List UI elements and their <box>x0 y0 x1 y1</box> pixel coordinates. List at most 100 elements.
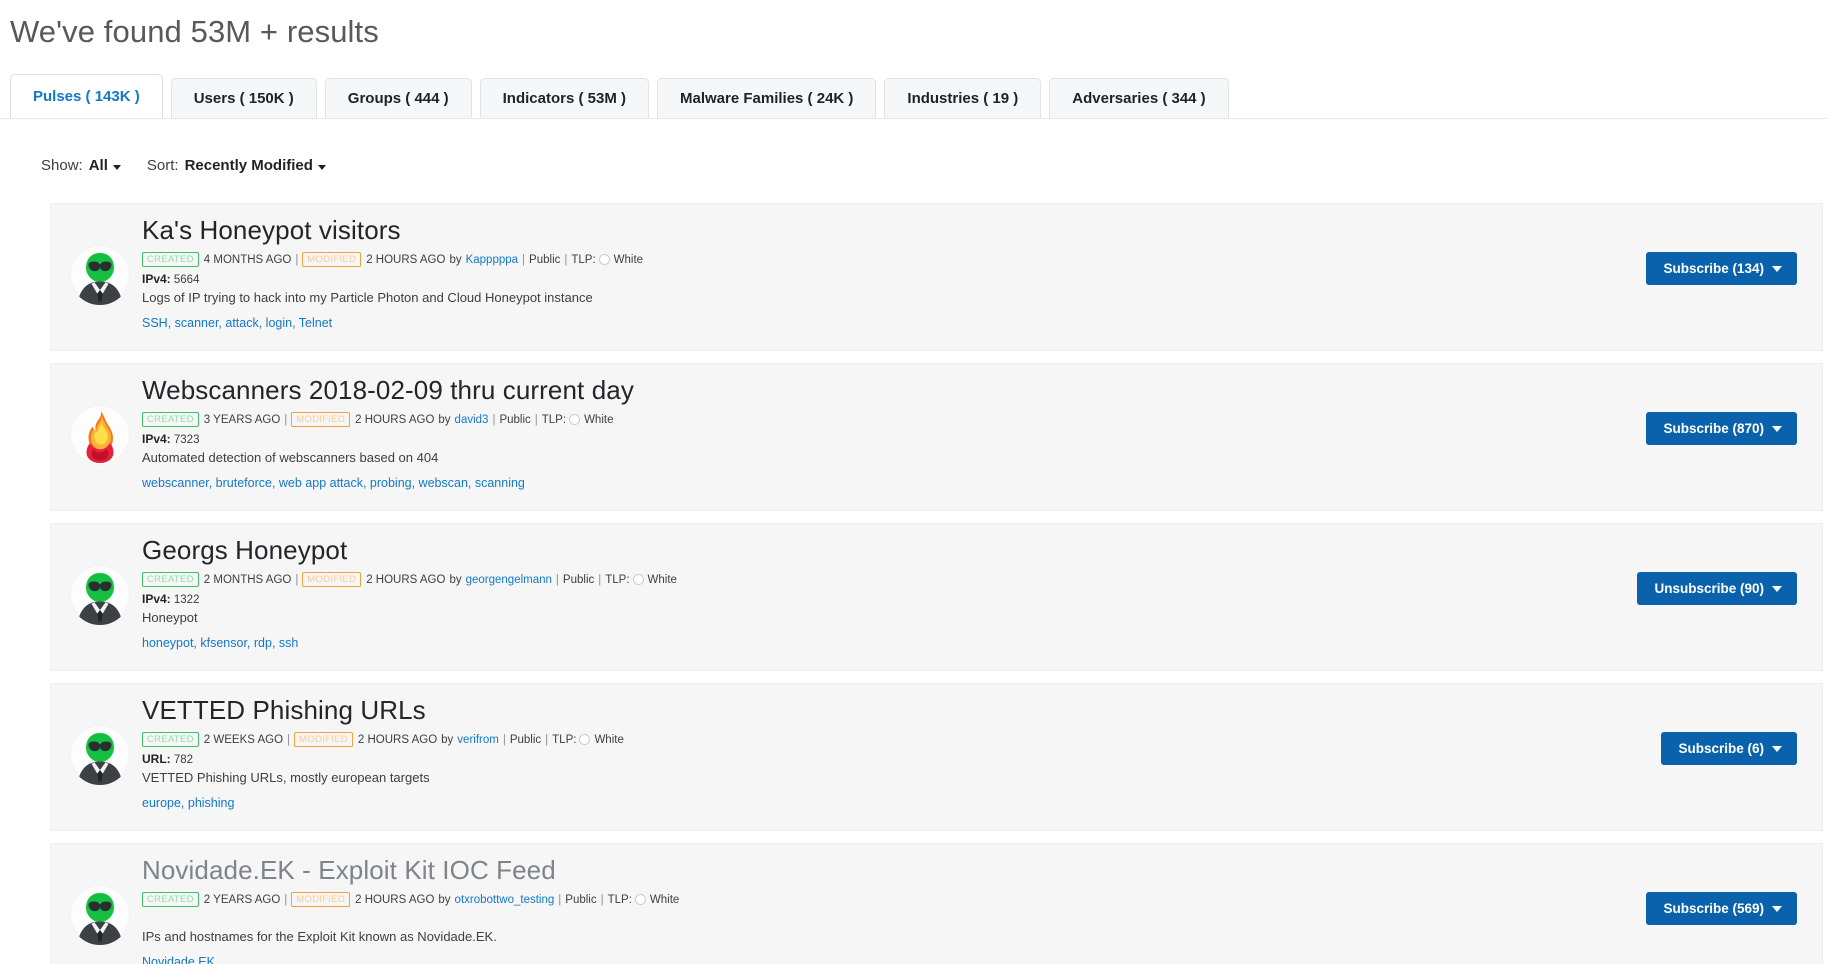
pulse-visibility: Public <box>509 733 542 746</box>
created-badge: CREATED <box>142 572 199 587</box>
alien-avatar-graphic <box>70 885 130 945</box>
meta-separator: | <box>284 893 288 906</box>
sort-label: Sort: <box>146 157 179 174</box>
tlp-value: White <box>584 413 614 426</box>
filter-bar: Show: All Sort: Recently Modified <box>41 157 326 174</box>
created-age: 2 YEARS AGO <box>203 893 281 906</box>
pulse-card[interactable]: Webscanners 2018-02-09 thru current day … <box>50 363 1823 511</box>
tlp-value: White <box>613 253 644 266</box>
subscribe-button[interactable]: Subscribe (870) <box>1646 412 1797 445</box>
by-label: by <box>449 573 462 586</box>
alien-avatar[interactable] <box>70 725 130 785</box>
pulse-card[interactable]: Georgs Honeypot CREATED 2 MONTHS AGO | M… <box>50 523 1823 671</box>
tab-users[interactable]: Users ( 150K ) <box>170 78 317 118</box>
results-tabbar: Pulses ( 143K ) Users ( 150K ) Groups ( 44… <box>10 74 1229 118</box>
tab-malware[interactable]: Malware Families ( 24K ) <box>657 78 877 118</box>
tabbar-underline <box>0 118 1827 119</box>
meta-separator: | <box>502 733 506 746</box>
alien-avatar-graphic <box>70 725 130 785</box>
tab-label: Users ( 150K ) <box>193 90 294 107</box>
alien-avatar-graphic <box>70 245 130 305</box>
pulse-body: Ka's Honeypot visitors CREATED 4 MONTHS … <box>142 210 1622 331</box>
alien-avatar[interactable] <box>70 885 130 945</box>
caret-down-icon <box>1772 745 1782 752</box>
tab-groups[interactable]: Groups ( 444 ) <box>324 78 472 118</box>
alien-avatar-graphic <box>70 565 130 625</box>
pulse-results-list: Ka's Honeypot visitors CREATED 4 MONTHS … <box>50 203 1823 964</box>
modified-age: 2 HOURS AGO <box>355 413 435 426</box>
pulse-card[interactable]: Ka's Honeypot visitors CREATED 4 MONTHS … <box>50 203 1823 351</box>
subscribe-button[interactable]: Subscribe (6) <box>1661 732 1797 765</box>
indicator-type-label: IPv4: <box>142 592 171 606</box>
tlp-white-icon <box>569 414 581 425</box>
pulse-title[interactable]: Ka's Honeypot visitors <box>142 210 1622 250</box>
unsubscribe-button[interactable]: Unsubscribe (90) <box>1637 572 1797 605</box>
modified-badge: MODIFIED <box>291 892 351 907</box>
sort-dropdown[interactable]: Recently Modified <box>185 157 326 174</box>
tab-adversaries[interactable]: Adversaries ( 344 ) <box>1049 78 1229 118</box>
pulse-author-link[interactable]: david3 <box>455 413 489 427</box>
pulse-title[interactable]: Georgs Honeypot <box>142 530 1622 570</box>
pulse-tags[interactable]: europe, phishing <box>142 795 1622 811</box>
meta-separator: | <box>534 413 538 426</box>
pulse-title[interactable]: VETTED Phishing URLs <box>142 690 1622 730</box>
tlp-white-icon <box>634 894 646 905</box>
subscribe-button-label: Subscribe (134) <box>1663 261 1764 276</box>
pulse-author-link[interactable]: georgengelmann <box>466 573 552 587</box>
show-dropdown[interactable]: All <box>89 157 121 174</box>
indicator-type-label: IPv4: <box>142 272 171 286</box>
meta-separator: | <box>598 573 602 586</box>
pulse-indicator-count: URL: 782 <box>142 752 1622 767</box>
pulse-description: Automated detection of webscanners based… <box>142 450 439 465</box>
meta-separator: | <box>492 413 496 426</box>
subscribe-button[interactable]: Subscribe (134) <box>1646 252 1797 285</box>
pulse-card[interactable]: Novidade.EK - Exploit Kit IOC Feed CREAT… <box>50 843 1823 964</box>
tab-label: Pulses ( 143K ) <box>33 88 140 105</box>
subscribe-button[interactable]: Subscribe (569) <box>1646 892 1797 925</box>
alien-avatar[interactable] <box>70 245 130 305</box>
pulse-tags[interactable]: honeypot, kfsensor, rdp, ssh <box>142 635 1622 651</box>
subscribe-button-label: Unsubscribe (90) <box>1654 581 1764 596</box>
pulse-title[interactable]: Webscanners 2018-02-09 thru current day <box>142 370 1622 410</box>
tab-industries[interactable]: Industries ( 19 ) <box>884 78 1042 118</box>
pulse-author-link[interactable]: Kapppppa <box>466 253 518 267</box>
pulse-tags[interactable]: SSH, scanner, attack, login, Telnet <box>142 315 1622 331</box>
pulse-title[interactable]: Novidade.EK - Exploit Kit IOC Feed <box>142 850 1622 890</box>
pulse-body: VETTED Phishing URLs CREATED 2 WEEKS AGO… <box>142 690 1622 811</box>
tab-pulses[interactable]: Pulses ( 143K ) <box>10 74 163 118</box>
alien-avatar[interactable] <box>70 565 130 625</box>
tlp-value: White <box>649 893 680 906</box>
indicator-count-value: 7323 <box>173 434 200 446</box>
pulse-tags[interactable]: Novidade.EK <box>142 954 1622 964</box>
pulse-author-link[interactable]: verifrom <box>457 733 499 747</box>
tlp-white-icon <box>579 734 591 745</box>
pulse-body: Novidade.EK - Exploit Kit IOC Feed CREAT… <box>142 850 1622 964</box>
chevron-down-icon <box>112 164 121 170</box>
pulse-visibility: Public <box>565 893 597 906</box>
created-age: 2 MONTHS AGO <box>203 573 292 586</box>
tlp-white-icon <box>598 254 610 265</box>
created-age: 2 WEEKS AGO <box>203 733 284 746</box>
indicator-type-label: URL: <box>142 752 171 766</box>
meta-separator: | <box>522 253 526 266</box>
caret-down-icon <box>1772 905 1782 912</box>
flame-avatar[interactable] <box>70 405 130 465</box>
pulse-author-link[interactable]: otxrobottwo_testing <box>455 893 555 907</box>
pulse-card[interactable]: VETTED Phishing URLs CREATED 2 WEEKS AGO… <box>50 683 1823 831</box>
meta-separator: | <box>284 413 288 426</box>
pulse-body: Webscanners 2018-02-09 thru current day … <box>142 370 1622 491</box>
indicator-count-value: 1322 <box>173 594 200 606</box>
meta-separator: | <box>295 573 299 586</box>
sort-dropdown-value: Recently Modified <box>184 157 313 174</box>
modified-age: 2 HOURS AGO <box>366 253 446 266</box>
tab-label: Malware Families ( 24K ) <box>680 90 854 107</box>
modified-badge: MODIFIED <box>294 732 353 747</box>
pulse-body: Georgs Honeypot CREATED 2 MONTHS AGO | M… <box>142 530 1622 651</box>
search-results-page: We've found 53M + results Pulses ( 143K … <box>0 0 1827 964</box>
meta-separator: | <box>555 573 559 586</box>
created-age: 3 YEARS AGO <box>203 413 281 426</box>
pulse-tags[interactable]: webscanner, bruteforce, web app attack, … <box>142 475 1622 491</box>
tab-indicators[interactable]: Indicators ( 53M ) <box>479 78 649 118</box>
tlp-label: TLP: <box>605 573 630 586</box>
by-label: by <box>438 413 451 426</box>
